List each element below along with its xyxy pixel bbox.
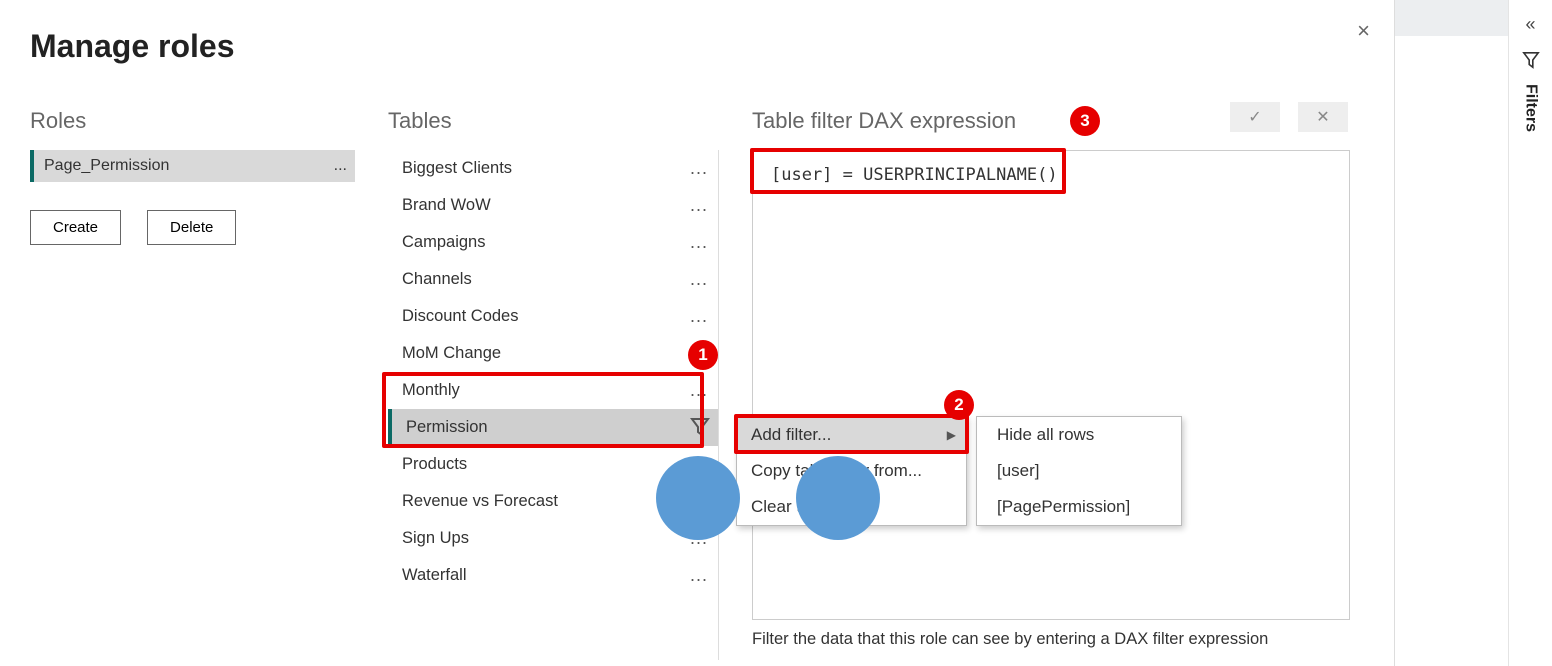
roles-list: Page_Permission ... <box>30 150 355 182</box>
role-item-selected[interactable]: Page_Permission ... <box>30 150 355 182</box>
table-item-more-icon[interactable]: ... <box>690 380 708 401</box>
vertical-divider <box>718 150 719 660</box>
menu-item-label: Copy table filter from... <box>751 461 922 481</box>
table-item-more-icon[interactable]: ... <box>690 195 708 216</box>
table-item-label: Waterfall <box>402 566 467 585</box>
filters-rail-label[interactable]: Filters <box>1522 84 1540 132</box>
role-item-more-icon[interactable]: ... <box>334 157 347 175</box>
table-item-label: Monthly <box>402 381 460 400</box>
filter-applied-icon <box>690 417 710 442</box>
background-strip <box>1395 0 1508 36</box>
table-item[interactable]: Waterfall... <box>388 557 718 594</box>
table-item-label: Products <box>402 455 467 474</box>
table-item[interactable]: Brand WoW... <box>388 187 718 224</box>
close-icon[interactable]: × <box>1357 18 1370 44</box>
role-item-label: Page_Permission <box>44 157 169 175</box>
submenu-pagepermission[interactable]: [PagePermission] <box>977 489 1181 525</box>
table-item[interactable]: Channels... <box>388 261 718 298</box>
dax-expression-editor[interactable]: [user] = USERPRINCIPALNAME() <box>752 150 1350 620</box>
table-item-permission[interactable]: Permission <box>388 409 718 446</box>
table-item[interactable]: Discount Codes... <box>388 298 718 335</box>
table-item-label: Permission <box>406 418 488 437</box>
dax-apply-button[interactable]: ✓ <box>1230 102 1280 132</box>
expand-pane-icon[interactable]: « <box>1525 14 1535 35</box>
menu-clear-filter[interactable]: Clear table filter <box>737 489 966 525</box>
table-item-more-icon[interactable]: ... <box>690 343 708 364</box>
table-item[interactable]: MoM Change... <box>388 335 718 372</box>
table-item-label: Channels <box>402 270 472 289</box>
menu-item-label: Clear table filter <box>751 497 870 517</box>
table-item-more-icon[interactable]: ... <box>690 306 708 327</box>
add-filter-submenu: Hide all rows [user] [PagePermission] <box>976 416 1182 526</box>
table-item-label: Revenue vs Forecast <box>402 492 558 511</box>
menu-copy-filter[interactable]: Copy table filter from... <box>737 453 966 489</box>
tables-list: Biggest Clients... Brand WoW... Campaign… <box>388 150 718 594</box>
table-item-more-icon[interactable]: ... <box>690 454 708 475</box>
table-item-more-icon[interactable]: ... <box>690 269 708 290</box>
table-item-label: Campaigns <box>402 233 485 252</box>
table-item-label: Sign Ups <box>402 529 469 548</box>
table-item-more-icon[interactable]: ... <box>690 565 708 586</box>
menu-item-label: [user] <box>997 461 1040 481</box>
table-item[interactable]: Campaigns... <box>388 224 718 261</box>
table-item-label: Discount Codes <box>402 307 518 326</box>
dax-column-label: Table filter DAX expression <box>752 108 1016 134</box>
funnel-icon[interactable] <box>1522 51 1540 74</box>
dax-cancel-button[interactable]: ✕ <box>1298 102 1348 132</box>
manage-roles-dialog: × Manage roles Roles Tables Table filter… <box>0 0 1395 666</box>
table-item-more-icon[interactable]: ... <box>690 491 708 512</box>
submenu-hide-all[interactable]: Hide all rows <box>977 417 1181 453</box>
create-role-button[interactable]: Create <box>30 210 121 245</box>
table-item[interactable]: Monthly... <box>388 372 718 409</box>
table-item[interactable]: Revenue vs Forecast... <box>388 483 718 520</box>
table-item-more-icon[interactable]: ... <box>690 232 708 253</box>
table-item[interactable]: Biggest Clients... <box>388 150 718 187</box>
table-item-more-icon[interactable]: ... <box>690 158 708 179</box>
filters-panel-collapsed: « Filters <box>1508 0 1552 666</box>
submenu-arrow-icon: ▶ <box>947 428 956 442</box>
table-item-more-icon[interactable]: ... <box>690 528 708 549</box>
roles-column-label: Roles <box>30 108 86 134</box>
menu-item-label: [PagePermission] <box>997 497 1130 517</box>
table-context-menu: Add filter... ▶ Copy table filter from..… <box>736 416 967 526</box>
table-item-label: Biggest Clients <box>402 159 512 178</box>
dialog-title: Manage roles <box>30 28 235 65</box>
menu-add-filter[interactable]: Add filter... ▶ <box>737 417 966 453</box>
dax-help-text: Filter the data that this role can see b… <box>752 630 1350 649</box>
submenu-user[interactable]: [user] <box>977 453 1181 489</box>
menu-item-label: Hide all rows <box>997 425 1094 445</box>
table-item-label: MoM Change <box>402 344 501 363</box>
tables-column-label: Tables <box>388 108 452 134</box>
table-item[interactable]: Sign Ups... <box>388 520 718 557</box>
table-item[interactable]: Products... <box>388 446 718 483</box>
table-item-label: Brand WoW <box>402 196 491 215</box>
menu-item-label: Add filter... <box>751 425 831 445</box>
delete-role-button[interactable]: Delete <box>147 210 236 245</box>
dax-expression-text: [user] = USERPRINCIPALNAME() <box>753 151 1349 199</box>
